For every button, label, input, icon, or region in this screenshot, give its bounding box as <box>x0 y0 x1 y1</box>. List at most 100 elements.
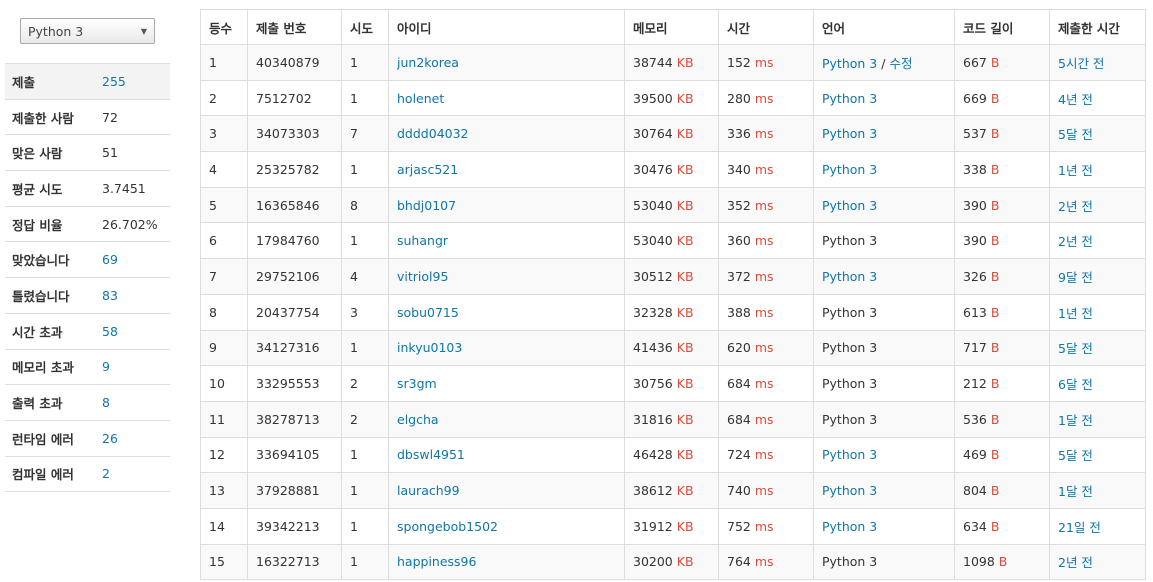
user-link[interactable]: sr3gm <box>397 376 437 391</box>
header-submitted-time[interactable]: 제출한 시간 <box>1049 9 1146 45</box>
stat-value[interactable]: 69 <box>95 241 170 278</box>
header-submission[interactable]: 제출 번호 <box>247 9 342 45</box>
stat-value[interactable]: 9 <box>95 348 170 385</box>
time-value: 340 <box>727 161 751 177</box>
cell-memory: 30200 KB <box>624 543 719 581</box>
memory-value: 31912 <box>633 518 673 534</box>
header-time[interactable]: 시간 <box>718 9 814 45</box>
user-link[interactable]: holenet <box>397 91 444 106</box>
memory-unit: KB <box>676 411 694 427</box>
cell-tries: 1 <box>341 44 389 81</box>
cell-submitted-time: 5달 전 <box>1049 329 1146 367</box>
user-link[interactable]: sobu0715 <box>397 305 459 320</box>
submitted-time-link[interactable]: 21일 전 <box>1058 520 1101 535</box>
cell-user: vitriol95 <box>388 258 625 295</box>
code-length-value: 536 <box>963 411 987 427</box>
cell-time: 280 ms <box>718 79 814 117</box>
language-link[interactable]: Python 3 <box>822 126 877 141</box>
header-user[interactable]: 아이디 <box>388 9 625 45</box>
table-row: 10 33295553 2 sr3gm 30756 KB 684 ms Python 3 21… <box>200 365 1146 402</box>
cell-language: Python 3 <box>813 79 955 117</box>
time-unit: ms <box>754 233 774 249</box>
language-link[interactable]: Python 3 <box>822 162 877 177</box>
time-value: 336 <box>727 126 751 142</box>
user-link[interactable]: jun2korea <box>397 55 459 70</box>
cell-rank: 5 <box>200 186 248 224</box>
language-link[interactable]: Python 3 <box>822 56 877 71</box>
submitted-time-link[interactable]: 9달 전 <box>1058 270 1093 285</box>
user-link[interactable]: vitriol95 <box>397 269 448 284</box>
submitted-time-link[interactable]: 5시간 전 <box>1058 56 1104 71</box>
user-link[interactable]: inkyu0103 <box>397 340 462 355</box>
stat-value[interactable]: 26 <box>95 419 170 457</box>
stat-value[interactable]: 58 <box>95 312 170 349</box>
header-tries[interactable]: 시도 <box>341 9 389 45</box>
cell-tries: 1 <box>341 436 389 474</box>
user-link[interactable]: happiness96 <box>397 554 476 569</box>
language-select[interactable]: Python 3 ▼ <box>20 18 155 44</box>
cell-submission: 39342213 <box>247 507 342 545</box>
header-code-length[interactable]: 코드 길이 <box>954 9 1050 45</box>
submitted-time-link[interactable]: 1달 전 <box>1058 484 1093 499</box>
header-language[interactable]: 언어 <box>813 9 955 45</box>
submitted-time-link[interactable]: 5달 전 <box>1058 127 1093 142</box>
stat-value[interactable]: 2 <box>95 455 170 493</box>
user-link[interactable]: suhangr <box>397 233 448 248</box>
cell-rank: 1 <box>200 44 248 81</box>
memory-unit: KB <box>676 90 694 106</box>
user-link[interactable]: dddd04032 <box>397 126 469 141</box>
memory-value: 30764 <box>633 126 673 142</box>
user-link[interactable]: arjasc521 <box>397 162 458 177</box>
submitted-time-link[interactable]: 1년 전 <box>1058 306 1093 321</box>
language-link[interactable]: Python 3 <box>822 483 877 498</box>
language-link[interactable]: Python 3 <box>822 519 877 534</box>
cell-submitted-time: 5달 전 <box>1049 436 1146 474</box>
language-link[interactable]: Python 3 <box>822 447 877 462</box>
code-length-unit: B <box>990 376 1000 392</box>
code-length-value: 390 <box>963 197 987 213</box>
submitted-time-link[interactable]: 2년 전 <box>1058 199 1093 214</box>
stat-value[interactable]: 8 <box>95 384 170 421</box>
code-length-unit: B <box>990 90 1000 106</box>
cell-time: 684 ms <box>718 365 814 402</box>
cell-memory: 46428 KB <box>624 436 719 474</box>
user-link[interactable]: spongebob1502 <box>397 519 498 534</box>
submitted-time-link[interactable]: 2년 전 <box>1058 555 1093 570</box>
header-memory[interactable]: 메모리 <box>624 9 719 45</box>
time-value: 388 <box>727 304 751 320</box>
language-link[interactable]: Python 3 <box>822 91 877 106</box>
submitted-time-link[interactable]: 2년 전 <box>1058 234 1093 249</box>
language-link[interactable]: Python 3 <box>822 269 877 284</box>
stat-value[interactable]: 255 <box>95 63 170 100</box>
ranking-table: 등수 제출 번호 시도 아이디 메모리 시간 언어 코드 길이 제출한 시간 1… <box>200 9 1146 581</box>
header-rank[interactable]: 등수 <box>200 9 248 45</box>
user-link[interactable]: elgcha <box>397 412 439 427</box>
cell-rank: 9 <box>200 329 248 367</box>
cell-user: happiness96 <box>388 543 625 581</box>
cell-code-length: 390 B <box>954 186 1050 224</box>
code-length-value: 1098 <box>963 554 995 570</box>
stat-value[interactable]: 83 <box>95 277 170 314</box>
cell-user: dbswl4951 <box>388 436 625 474</box>
code-length-value: 613 <box>963 304 987 320</box>
submitted-time-link[interactable]: 5달 전 <box>1058 341 1093 356</box>
submitted-time-link[interactable]: 1달 전 <box>1058 413 1093 428</box>
cell-user: suhangr <box>388 222 625 260</box>
cell-tries: 4 <box>341 258 389 295</box>
user-link[interactable]: laurach99 <box>397 483 460 498</box>
table-row: 6 17984760 1 suhangr 53040 KB 360 ms Python 33… <box>200 222 1146 260</box>
language-link[interactable]: Python 3 <box>822 198 877 213</box>
memory-value: 32328 <box>633 304 673 320</box>
stat-label: 평균 시도 <box>5 170 95 207</box>
time-value: 372 <box>727 268 751 284</box>
submitted-time-link[interactable]: 6달 전 <box>1058 377 1093 392</box>
edit-link[interactable]: 수정 <box>889 56 912 71</box>
cell-submitted-time: 9달 전 <box>1049 258 1146 295</box>
submitted-time-link[interactable]: 4년 전 <box>1058 92 1093 107</box>
user-link[interactable]: bhdj0107 <box>397 198 456 213</box>
submitted-time-link[interactable]: 5달 전 <box>1058 448 1093 463</box>
user-link[interactable]: dbswl4951 <box>397 447 465 462</box>
stat-label: 틀렸습니다 <box>5 277 95 314</box>
stat-label: 제출한 사람 <box>5 98 95 135</box>
submitted-time-link[interactable]: 1년 전 <box>1058 163 1093 178</box>
